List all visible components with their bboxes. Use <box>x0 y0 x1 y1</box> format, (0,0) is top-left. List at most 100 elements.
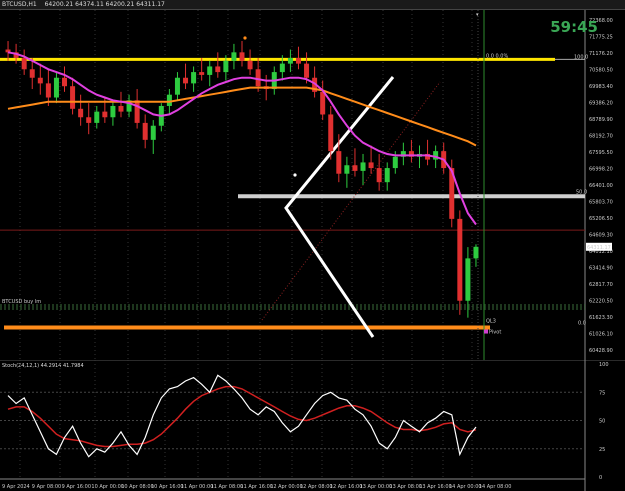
time-tick-label: 14 Apr 00:00 <box>449 484 482 490</box>
time-tick-label: 10 Apr 00:00 <box>91 484 124 490</box>
orange-marker <box>243 36 247 40</box>
price-tick-label: 66401.00 <box>589 183 613 189</box>
price-tick-label: 65803.70 <box>589 200 613 206</box>
current-price-label: 64311.17 <box>587 245 611 251</box>
candle-body <box>94 111 100 123</box>
price-chart[interactable]: 72368.0071775.2571176.2070580.5069983.40… <box>0 10 625 360</box>
pivot-marker <box>484 329 488 334</box>
time-tick-label: 14 Apr 08:00 <box>479 484 512 490</box>
price-tick-label: 66998.20 <box>589 167 613 173</box>
stoch-main-line <box>7 374 477 458</box>
osc-tick-label: 75 <box>599 390 605 396</box>
candle-body <box>255 69 261 87</box>
symbol-label: BTCUSD,H1 <box>2 1 37 8</box>
candle-body <box>247 60 253 70</box>
price-tick-label: 64609.30 <box>589 233 613 239</box>
time-tick-label: 9 Apr 2024 <box>2 484 30 490</box>
candle-body <box>368 162 374 169</box>
time-tick-label: 12 Apr 08:00 <box>300 484 333 490</box>
candle-body <box>328 114 334 152</box>
candle-body <box>457 218 463 301</box>
time-tick-label: 13 Apr 16:00 <box>419 484 452 490</box>
candle-body <box>344 165 350 174</box>
price-tick-label: 60428.90 <box>589 348 613 354</box>
osc-tick-label: 50 <box>599 419 605 425</box>
time-tick-label: 13 Apr 00:00 <box>360 484 393 490</box>
time-tick-label: 11 Apr 16:00 <box>240 484 273 490</box>
left-cluster-label: BTCUSD buy lm <box>2 299 41 305</box>
candle-body <box>70 86 76 109</box>
candle-body <box>166 94 172 106</box>
osc-tick-label: 100 <box>599 362 609 368</box>
price-tick-label: 61623.30 <box>589 315 613 321</box>
candle-body <box>191 72 197 84</box>
candle-body <box>465 258 471 301</box>
candle-body <box>37 77 43 84</box>
time-tick-label: 9 Apr 16:00 <box>62 484 91 490</box>
price-tick-label: 69386.20 <box>589 101 613 107</box>
candle-body <box>320 91 326 115</box>
time-tick-label: 9 Apr 08:00 <box>32 484 61 490</box>
candle-body <box>29 69 35 78</box>
candle-body <box>239 52 245 61</box>
ma-fast-line <box>7 51 477 226</box>
ohlc-readout: 64200.21 64374.11 64200.21 64311.17 <box>44 1 165 8</box>
price-tick-label: 61026.10 <box>589 332 613 338</box>
candle-body <box>118 105 124 112</box>
candle-body <box>473 246 479 259</box>
candle-body <box>110 105 116 118</box>
shift-marker-icon: ▾ <box>476 12 479 18</box>
time-tick-label: 13 Apr 08:00 <box>389 484 422 490</box>
candle-body <box>45 83 51 98</box>
price-tick-label: 63414.90 <box>589 266 613 272</box>
price-tick-label: 65206.50 <box>589 216 613 222</box>
price-tick-label: 68789.90 <box>589 117 613 123</box>
time-tick-label: 12 Apr 16:00 <box>330 484 363 490</box>
price-tick-label: 68192.70 <box>589 134 613 140</box>
osc-tick-label: 0 <box>599 475 602 481</box>
candle-body <box>62 77 68 87</box>
fib-100-label: 100.0 <box>574 54 588 60</box>
price-tick-label: 62817.70 <box>589 282 613 288</box>
ql3-label: QL3 <box>486 319 496 325</box>
fib-0-label: 0.0 <box>578 321 586 327</box>
candle-body <box>207 66 213 75</box>
candle-body <box>279 63 285 73</box>
delta-label: 0.0 0.0% <box>486 53 508 59</box>
candle-body <box>336 151 342 174</box>
candle-body <box>183 77 189 84</box>
price-tick-label: 67595.50 <box>589 150 613 156</box>
dotted-trend-line <box>261 81 441 321</box>
candle-body <box>142 122 148 140</box>
candle-body <box>102 111 108 118</box>
candle-body <box>304 63 310 78</box>
price-tick-label: 62220.50 <box>589 299 613 305</box>
candle-body <box>199 72 205 75</box>
time-tick-label: 11 Apr 08:00 <box>211 484 244 490</box>
candle-body <box>295 57 301 64</box>
stochastic-chart[interactable]: 100 75 50 25 0 9 Apr 2024 9 Apr 08:00 9 Apr 16:… <box>0 360 625 491</box>
candle-body <box>215 66 221 73</box>
fib-50-label: 50.0 <box>576 189 587 195</box>
candle-body <box>223 60 229 73</box>
osc-tick-label: 25 <box>599 447 605 453</box>
countdown-timer: 59:45 <box>550 18 598 36</box>
candle-body <box>53 77 59 98</box>
candle-body <box>384 168 390 183</box>
pivot-label: Pivot <box>489 330 501 336</box>
candle-body <box>78 108 84 118</box>
time-tick-label: 11 Apr 00:00 <box>181 484 214 490</box>
time-tick-label: 10 Apr 16:00 <box>151 484 184 490</box>
candle-body <box>86 117 92 123</box>
candle-body <box>134 100 140 123</box>
candle-body <box>352 165 358 171</box>
time-tick-label: 12 Apr 00:00 <box>270 484 303 490</box>
candle-body <box>376 168 382 183</box>
chart-titlebar: BTCUSD,H1 64200.21 64374.11 64200.21 643… <box>0 0 625 10</box>
candle-body <box>150 125 156 140</box>
candle-body <box>21 57 27 70</box>
time-tick-label: 10 Apr 08:00 <box>121 484 154 490</box>
candle-body <box>174 77 180 95</box>
price-tick-label: 70580.50 <box>589 68 613 74</box>
price-tick-label: 71176.20 <box>589 51 613 57</box>
